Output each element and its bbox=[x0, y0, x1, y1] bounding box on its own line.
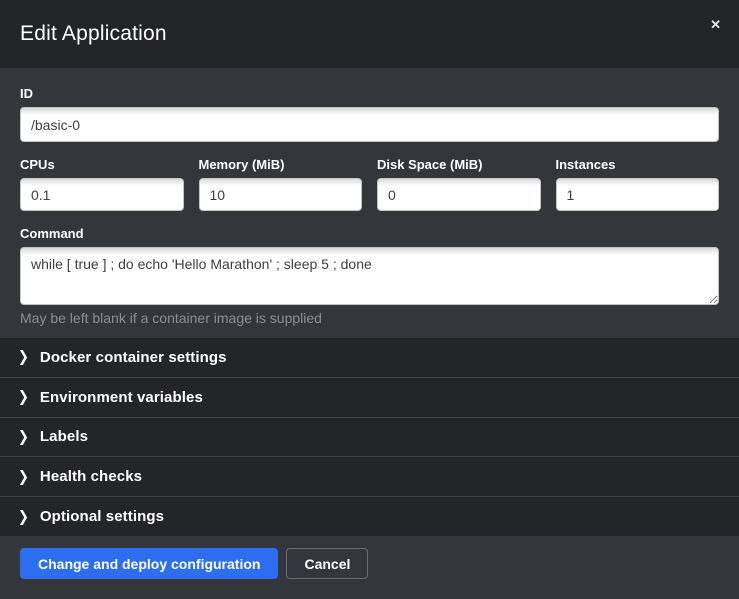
section-labels[interactable]: ❯ Labels bbox=[0, 418, 739, 458]
disk-space-input[interactable] bbox=[377, 178, 541, 211]
chevron-right-icon: ❯ bbox=[18, 507, 29, 525]
memory-label: Memory (MiB) bbox=[199, 157, 363, 172]
id-field-group: ID bbox=[20, 86, 719, 142]
instances-field-group: Instances bbox=[556, 157, 720, 211]
chevron-right-icon: ❯ bbox=[18, 388, 29, 406]
id-label: ID bbox=[20, 86, 719, 101]
disk-space-label: Disk Space (MiB) bbox=[377, 157, 541, 172]
command-help-text: May be left blank if a container image i… bbox=[20, 310, 719, 326]
cancel-button[interactable]: Cancel bbox=[286, 548, 368, 579]
command-label: Command bbox=[20, 226, 719, 241]
accordion-sections: ❯ Docker container settings ❯ Environmen… bbox=[0, 338, 739, 536]
modal-title: Edit Application bbox=[20, 22, 167, 46]
memory-input[interactable] bbox=[199, 178, 363, 211]
command-field-group: Command while [ true ] ; do echo 'Hello … bbox=[20, 226, 719, 326]
instances-label: Instances bbox=[556, 157, 720, 172]
disk-space-field-group: Disk Space (MiB) bbox=[377, 157, 541, 211]
chevron-right-icon: ❯ bbox=[18, 428, 29, 446]
modal-footer: Change and deploy configuration Cancel bbox=[0, 536, 739, 599]
modal-header: Edit Application ✕ bbox=[0, 0, 739, 68]
section-label: Optional settings bbox=[40, 508, 164, 525]
section-environment-variables[interactable]: ❯ Environment variables bbox=[0, 378, 739, 418]
section-docker-container-settings[interactable]: ❯ Docker container settings bbox=[0, 338, 739, 378]
section-label: Labels bbox=[40, 428, 88, 445]
section-label: Docker container settings bbox=[40, 349, 227, 366]
chevron-right-icon: ❯ bbox=[18, 468, 29, 486]
command-textarea[interactable]: while [ true ] ; do echo 'Hello Marathon… bbox=[20, 247, 719, 305]
section-label: Environment variables bbox=[40, 389, 203, 406]
cpus-label: CPUs bbox=[20, 157, 184, 172]
section-optional-settings[interactable]: ❯ Optional settings bbox=[0, 497, 739, 536]
close-icon[interactable]: ✕ bbox=[706, 14, 725, 35]
cpus-input[interactable] bbox=[20, 178, 184, 211]
section-health-checks[interactable]: ❯ Health checks bbox=[0, 457, 739, 497]
chevron-right-icon: ❯ bbox=[18, 348, 29, 366]
id-input[interactable] bbox=[20, 107, 719, 142]
instances-input[interactable] bbox=[556, 178, 720, 211]
resources-row: CPUs Memory (MiB) Disk Space (MiB) Insta… bbox=[20, 157, 719, 211]
section-label: Health checks bbox=[40, 468, 142, 485]
change-and-deploy-button[interactable]: Change and deploy configuration bbox=[20, 548, 278, 579]
edit-application-modal: Edit Application ✕ ID CPUs Memory (MiB) … bbox=[0, 0, 739, 599]
cpus-field-group: CPUs bbox=[20, 157, 184, 211]
memory-field-group: Memory (MiB) bbox=[199, 157, 363, 211]
application-form: ID CPUs Memory (MiB) Disk Space (MiB) In… bbox=[0, 68, 739, 338]
